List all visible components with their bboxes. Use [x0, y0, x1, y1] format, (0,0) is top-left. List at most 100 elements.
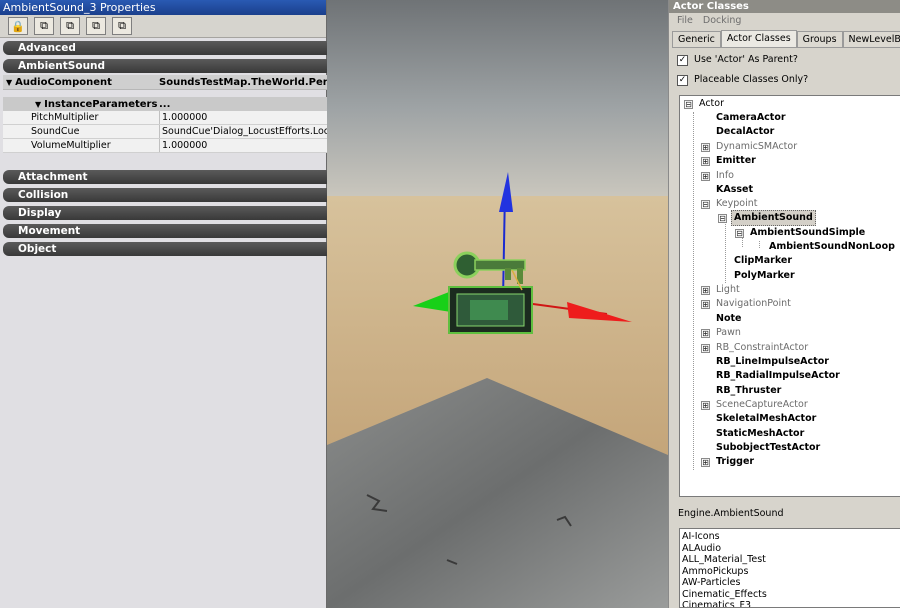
category-movement[interactable]: Movement	[3, 224, 327, 238]
package-list[interactable]: AI-Icons ALAudio ALL_Material_Test AmmoP…	[679, 528, 900, 608]
collapse-icon[interactable]: ⊟	[735, 228, 744, 238]
tree-node[interactable]: DecalActor	[714, 125, 776, 139]
property-name: PitchMultiplier	[31, 112, 99, 123]
tab-actor-classes[interactable]: Actor Classes	[720, 30, 797, 48]
list-item[interactable]: Cinematics_F3	[680, 600, 900, 607]
expand-arrow-icon[interactable]: ▼	[6, 78, 12, 87]
actor-classes-title: Actor Classes	[669, 0, 900, 13]
copy-icon[interactable]: ⧉	[112, 17, 132, 35]
property-name: InstanceParameters	[44, 99, 158, 110]
property-value[interactable]: SoundCue'Dialog_LocustEfforts.Locust	[159, 125, 327, 138]
option-placeable-only[interactable]: ✓ Placeable Classes Only?	[677, 73, 808, 87]
list-item[interactable]: AmmoPickups	[680, 566, 900, 578]
list-item[interactable]: ALAudio	[680, 543, 900, 555]
property-name: SoundCue	[31, 126, 80, 137]
expand-icon[interactable]: ⊞	[701, 328, 710, 338]
tree-node[interactable]: AmbientSoundNonLoop	[767, 240, 897, 254]
copy-icon[interactable]: ⧉	[86, 17, 106, 35]
sky	[327, 0, 668, 196]
category-advanced[interactable]: Advanced	[3, 41, 327, 55]
category-display[interactable]: Display	[3, 206, 327, 220]
tree-node-selected[interactable]: ⊟ AmbientSound	[718, 210, 816, 226]
tree-node[interactable]: ⊞ DynamicSMActor	[701, 140, 799, 154]
expand-icon[interactable]: ⊞	[701, 400, 710, 410]
list-item[interactable]: AW-Particles	[680, 577, 900, 589]
property-value: ...	[159, 99, 171, 110]
option-use-actor-as-parent[interactable]: ✓ Use 'Actor' As Parent?	[677, 53, 798, 67]
category-collision[interactable]: Collision	[3, 188, 327, 202]
property-row[interactable]: PitchMultiplier 1.000000	[3, 111, 327, 125]
menu-file[interactable]: File	[677, 13, 693, 28]
category-attachment[interactable]: Attachment	[3, 170, 327, 184]
category-ambientsound[interactable]: AmbientSound	[3, 59, 327, 73]
tree-node[interactable]: RB_LineImpulseActor	[714, 355, 831, 369]
tree-node[interactable]: RB_Thruster	[714, 384, 783, 398]
tree-node[interactable]: ⊟ Keypoint	[701, 197, 759, 211]
expand-icon[interactable]: ⊞	[701, 343, 710, 353]
expand-icon[interactable]: ⊞	[701, 171, 710, 181]
property-audiocomponent[interactable]: ▼ AudioComponent SoundsTestMap.TheWorld.P…	[3, 75, 327, 90]
tree-node[interactable]: ⊞ NavigationPoint	[701, 297, 793, 311]
tab-newlevelbrowser[interactable]: NewLevelBrowse	[842, 31, 900, 48]
property-name: AudioComponent	[15, 77, 112, 88]
viewport-scene	[327, 0, 668, 608]
copy-icon[interactable]: ⧉	[60, 17, 80, 35]
tab-strip: Generic Actor Classes Groups NewLevelBro…	[672, 30, 900, 48]
properties-title: AmbientSound_3 Properties	[0, 0, 326, 15]
class-tree[interactable]: ⊟ Actor CameraActor DecalActor ⊞ DynamicSM…	[679, 95, 900, 497]
tree-node[interactable]: SkeletalMeshActor	[714, 412, 818, 426]
selected-class-status: Engine.AmbientSound	[678, 508, 784, 519]
category-object[interactable]: Object	[3, 242, 327, 256]
tree-node[interactable]: PolyMarker	[732, 269, 797, 283]
tree-node[interactable]: ClipMarker	[732, 254, 794, 268]
tree-node[interactable]: RB_RadialImpulseActor	[714, 369, 842, 383]
tree-node[interactable]: StaticMeshActor	[714, 427, 806, 441]
option-label: Placeable Classes Only?	[694, 74, 809, 85]
list-item[interactable]: ALL_Material_Test	[680, 554, 900, 566]
tree-node[interactable]: ⊞ RB_ConstraintActor	[701, 341, 810, 355]
tree-node[interactable]: ⊞ SceneCaptureActor	[701, 398, 810, 412]
tree-node[interactable]: ⊞ Trigger	[701, 455, 756, 469]
list-item[interactable]: AI-Icons	[680, 531, 900, 543]
level-viewport[interactable]	[327, 0, 668, 608]
collapse-icon[interactable]: ⊟	[718, 213, 727, 223]
property-instanceparameters[interactable]: ▼ InstanceParameters ...	[3, 97, 327, 112]
properties-toolbar: 🔒 ⧉ ⧉ ⧉ ⧉	[0, 15, 326, 38]
expand-icon[interactable]: ⊞	[701, 285, 710, 295]
tree-node-actor[interactable]: ⊟ Actor	[684, 97, 726, 111]
lock-icon[interactable]: 🔒	[8, 17, 28, 35]
tree-node[interactable]: ⊞ Pawn	[701, 326, 743, 340]
expand-icon[interactable]: ⊞	[701, 457, 710, 467]
tree-node[interactable]: ⊞ Light	[701, 283, 742, 297]
collapse-icon[interactable]: ⊟	[684, 99, 693, 109]
expand-icon[interactable]: ⊞	[701, 299, 710, 309]
menu-bar: File Docking	[669, 13, 900, 28]
property-value[interactable]: 1.000000	[159, 139, 327, 152]
tree-node[interactable]: ⊟ AmbientSoundSimple	[735, 226, 867, 240]
checkbox-checked-icon[interactable]: ✓	[677, 74, 688, 86]
tree-node[interactable]: SubobjectTestActor	[714, 441, 822, 455]
collapse-icon[interactable]: ⊟	[701, 199, 710, 209]
tree-node[interactable]: ⊞ Emitter	[701, 154, 758, 168]
tree-node[interactable]: CameraActor	[714, 111, 788, 125]
tree-node[interactable]: KAsset	[714, 183, 755, 197]
expand-icon[interactable]: ⊞	[701, 156, 710, 166]
tab-groups[interactable]: Groups	[796, 31, 843, 48]
tree-node[interactable]: Note	[714, 312, 743, 326]
tab-generic[interactable]: Generic	[672, 31, 721, 48]
copy-icon[interactable]: ⧉	[34, 17, 54, 35]
property-row[interactable]: SoundCue SoundCue'Dialog_LocustEfforts.L…	[3, 125, 327, 139]
list-item[interactable]: Cinematic_Effects	[680, 589, 900, 601]
expand-arrow-icon[interactable]: ▼	[35, 100, 41, 109]
properties-window: AmbientSound_3 Properties 🔒 ⧉ ⧉ ⧉ ⧉ Adva…	[0, 0, 327, 608]
ambientsound-actor-icon[interactable]	[448, 251, 533, 334]
expand-icon[interactable]: ⊞	[701, 142, 710, 152]
option-label: Use 'Actor' As Parent?	[694, 54, 798, 65]
checkbox-checked-icon[interactable]: ✓	[677, 54, 688, 66]
menu-docking[interactable]: Docking	[703, 13, 742, 28]
property-value: SoundsTestMap.TheWorld.Persist	[159, 77, 327, 88]
property-value[interactable]: 1.000000	[159, 111, 327, 124]
property-name: VolumeMultiplier	[31, 140, 111, 151]
tree-node[interactable]: ⊞ Info	[701, 169, 736, 183]
property-row[interactable]: VolumeMultiplier 1.000000	[3, 139, 327, 153]
